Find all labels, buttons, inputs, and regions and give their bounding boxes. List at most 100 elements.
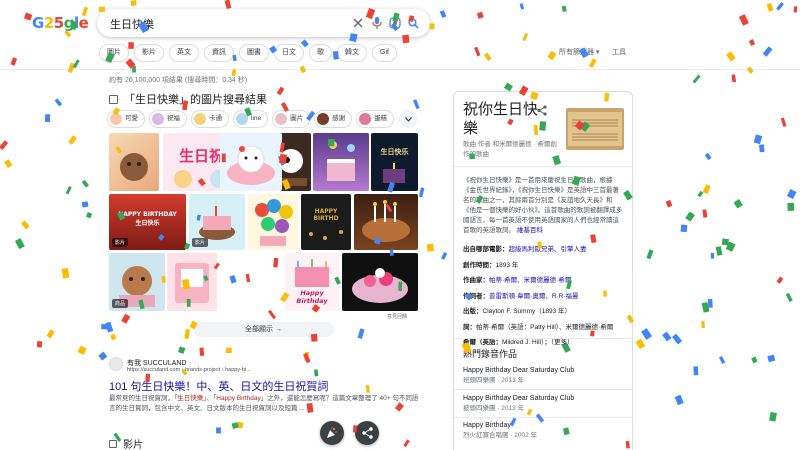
snippet-text: 」、「 [203,395,217,402]
panel-description: 《祝你生日快樂》是一首用來慶祝生日的歌曲，根據《金氏世界紀錄》，《祝你生日快樂》… [463,176,625,236]
image-result-tile[interactable]: Happy Birthday [285,253,339,311]
image-result-tile[interactable] [248,194,298,250]
fact-value[interactable]: 超級馬利歐兄弟、引擎人妻 [509,246,587,253]
song-title: Happy Birthday Dear Saturday Club [463,395,575,402]
share-button[interactable] [355,421,379,445]
song-item[interactable]: Happy Birthday 烈火紅寶合唱團 · 2002 年 [463,421,623,441]
result-url[interactable]: https://succuland.com › brands-project ›… [127,367,251,373]
confetti-piece [721,238,729,246]
video-badge: 影片 [192,238,209,247]
image-chip[interactable]: 卡通 [191,110,229,128]
image-result-tile[interactable]: HAPPY BIRTHD [301,194,351,250]
image-chip-label: 卡通 [209,115,222,122]
image-chip[interactable]: line [233,110,269,128]
search-input[interactable]: 生日快樂 [110,16,154,32]
image-result-tile[interactable] [313,133,369,191]
image-refine-chips: 可愛 祝福 卡通 line 圖片 感謝 蛋糕 [107,110,395,128]
fact-row: 創作時間：1893 年 [463,260,628,271]
confetti-piece [229,274,237,284]
celebration-button[interactable] [320,421,344,445]
confetti-piece [707,298,713,308]
image-result-tile[interactable]: 生日快乐 [371,133,418,191]
filter-chip[interactable]: 韓文 [337,44,367,62]
confetti-piece [418,187,425,198]
song-item[interactable]: Happy Birthday Dear Saturday Club 披頭四樂團 … [463,394,623,414]
image-result-tile[interactable]: 影片 [189,194,245,250]
sheet-music-image[interactable] [566,108,624,150]
party-popper-icon [327,427,337,438]
image-chip[interactable]: 感謝 [314,110,353,128]
image-chip[interactable]: 圖片 [272,110,311,128]
image-result-tile[interactable] [342,253,418,311]
confetti-piece [72,59,80,69]
wikipedia-link[interactable]: 維基百科 [517,227,543,234]
image-result-tile[interactable] [354,194,418,250]
all-filters-button[interactable]: 所有篩選器 ▾ [559,47,599,57]
tools-button[interactable]: 工具 [612,47,626,57]
filter-chip[interactable]: Gif [372,44,397,62]
filter-chip[interactable]: 資訊 [204,44,234,62]
image-chip[interactable]: 蛋糕 [356,110,395,128]
confetti-piece [68,135,77,145]
confetti-piece [474,46,481,57]
filter-chip[interactable]: 圖書 [239,44,269,62]
image-chip[interactable]: 可愛 [107,110,145,128]
confetti-piece [14,238,25,250]
image-result-tile[interactable]: HAPPY BIRTHDAY 生日快乐 影片 [109,194,186,250]
description-text: 《祝你生日快樂》是一首用來慶祝生日的歌曲，根據《金氏世界紀錄》，《祝你生日快樂》… [463,177,623,234]
videos-heading[interactable]: 影片 [109,436,143,450]
confetti-piece [224,0,232,10]
search-icon[interactable] [404,14,422,32]
confetti-piece [710,252,715,259]
fact-value: 帕蒂·希爾（英語：Patty Hill）、米爾德麗德·希爾 [476,323,614,331]
google-doodle-logo[interactable]: G25gle [32,14,89,32]
image-chip-label: 圖片 [290,115,304,122]
confetti-piece [357,328,365,339]
video-badge: 影片 [112,238,129,247]
confetti-piece [726,51,736,62]
image-chip-label: 可愛 [125,115,138,122]
confetti-piece [746,66,754,74]
search-box[interactable]: 生日快樂 [97,9,430,37]
fact-label: 出自哪部電影： [463,246,509,253]
confetti-piece [704,152,712,161]
chip-thumbnail [152,113,164,125]
confetti-piece [231,422,239,429]
share-icon[interactable] [537,105,547,119]
images-heading[interactable]: 「生日快樂」的圖片搜尋結果 [109,91,267,107]
result-snippet: 最常見的生日祝賀詞，「生日快樂」、「Happy Birthday」之外，還能怎麼… [109,394,419,414]
fact-row: 出自哪部電影：超級馬利歐兄弟、引擎人妻 [463,244,628,255]
confetti-piece [98,351,108,361]
clear-icon[interactable] [349,14,367,32]
chips-next-button[interactable] [399,110,417,128]
confetti-piece [4,159,13,169]
image-result-tile[interactable] [109,133,159,191]
filter-chip[interactable]: 影片 [134,44,164,62]
confetti-piece [519,3,525,10]
filter-chip[interactable]: 圖片 [99,44,129,62]
result-title-link[interactable]: 101 句生日快樂！中、英、日文的生日祝賀詞 [109,378,328,394]
image-result-tile[interactable]: 商品 [109,253,165,311]
image-result-tile[interactable] [167,253,217,311]
arrow-right-icon: → [274,326,282,333]
song-item[interactable]: Happy Birthday Dear Saturday Club 班頭四樂團 … [463,366,623,386]
filter-chip[interactable]: 歌 [309,44,332,62]
fact-row: 出版：Clayton F. Summy（1893 年） [463,306,628,317]
fact-value[interactable]: 普雷斯頓·韋爾·奧爾、R·R·福曼 [489,293,579,300]
image-chip[interactable]: 祝福 [149,110,187,128]
fact-value[interactable]: 帕蒂·希爾、米爾德麗德·希爾 [489,277,571,284]
feedback-link[interactable]: 意見回饋 [387,313,407,320]
image-result-tile[interactable] [220,133,282,191]
lens-search-icon[interactable] [386,14,404,32]
confetti-piece [780,117,787,127]
confetti-piece [46,329,55,339]
confetti-piece [762,46,773,57]
videos-heading-text: 影片 [123,440,143,450]
filter-chip[interactable]: 英文 [169,44,199,62]
voice-search-icon[interactable] [368,14,386,32]
confetti-piece [547,50,557,61]
confetti-piece [561,5,567,13]
confetti-piece [725,241,736,252]
see-all-images-button[interactable]: 全部顯示 → [193,322,334,337]
filter-chip[interactable]: 日文 [274,44,304,62]
